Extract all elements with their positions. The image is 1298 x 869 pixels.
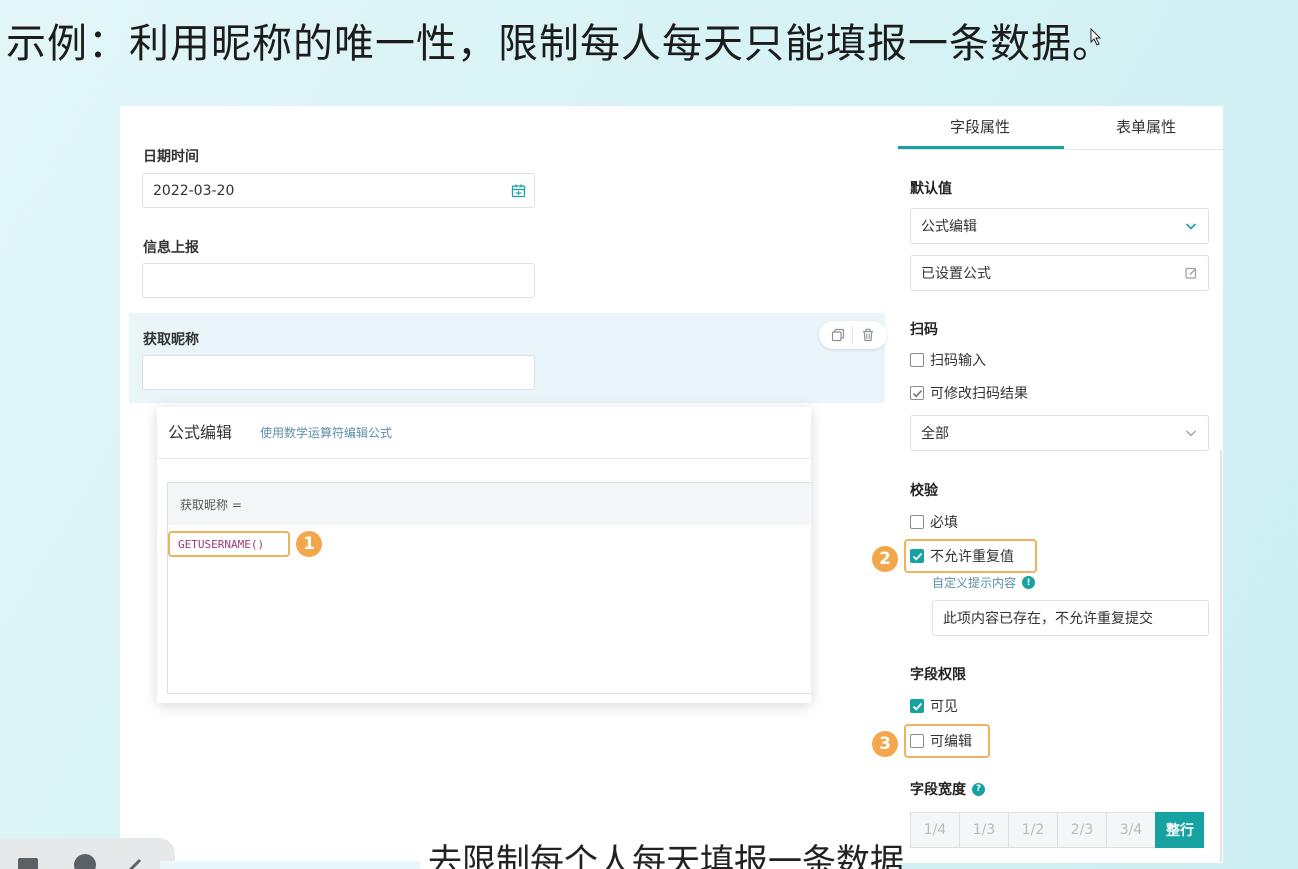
help-icon[interactable]: ? [972,782,985,796]
visible-label: 可见 [930,699,958,715]
checkbox-unchecked[interactable] [910,353,924,367]
formula-editor-popup: 公式编辑 使用数学运算符编辑公式 获取昵称 = GETUSERNAME() 1 [157,407,811,703]
scan-title: 扫码 [910,322,938,338]
custom-tip-label: 自定义提示内容 [932,576,1017,590]
chevron-down-icon [1185,223,1197,230]
pen-icon[interactable] [122,856,148,869]
width-option-full[interactable]: 整行 [1155,812,1204,848]
checkbox-unchecked[interactable] [910,515,924,529]
custom-tip-row: 自定义提示内容 ! [932,574,1036,591]
visible-checkbox[interactable]: 可见 [910,695,958,717]
formula-status-value: 已设置公式 [921,266,991,282]
custom-tip-value: 此项内容已存在，不允许重复提交 [943,611,1153,627]
delete-button[interactable] [856,323,880,347]
properties-panel: 字段属性 表单属性 默认值 公式编辑 已设置公式 扫码 扫码输入 可修改扫码结果… [898,106,1223,863]
checkbox-checked-teal[interactable] [910,699,924,713]
info-icon[interactable]: ! [1022,576,1036,589]
step-badge-2: 2 [872,546,898,572]
panel-scrollbar[interactable] [1220,450,1222,862]
required-checkbox[interactable]: 必填 [910,511,958,533]
checkbox-checked-teal[interactable] [910,549,924,563]
video-subtitle: 去限制每个人每天填报一条数据 [428,842,904,869]
no-duplicates-checkbox[interactable]: 不允许重复值 [910,545,1014,567]
no-duplicates-label: 不允许重复值 [930,549,1014,565]
scan-input-checkbox[interactable]: 扫码输入 [910,349,986,371]
editable-checkbox[interactable]: 可编辑 [910,730,972,752]
record-icon[interactable] [72,852,98,869]
nickname-field-input[interactable] [142,355,535,390]
toolbar-divider [852,326,854,344]
date-field-input[interactable]: 2022-03-20 [142,173,535,208]
nickname-field-label: 获取昵称 [143,332,199,348]
active-tab-indicator [898,146,1064,149]
trash-icon [862,328,873,342]
scan-input-label: 扫码输入 [930,353,986,369]
width-title-row: 字段宽度 ? [910,779,985,799]
formula-lhs: 获取昵称 = [168,483,811,525]
date-field-label: 日期时间 [143,149,199,165]
formula-editor-header: 公式编辑 使用数学运算符编辑公式 [157,407,811,459]
progress-track [160,861,420,869]
chevron-down-icon [1186,430,1196,437]
formula-input-area[interactable]: 获取昵称 = GETUSERNAME() 1 [167,482,811,694]
step-badge-3: 3 [872,731,898,757]
info-field-label: 信息上报 [143,240,199,256]
properties-tabs: 字段属性 表单属性 [898,106,1223,150]
permission-title: 字段权限 [910,667,966,683]
calendar-icon[interactable] [511,183,526,198]
check-icon [912,552,922,561]
scan-scope-value: 全部 [921,426,949,442]
width-title: 字段宽度 [910,782,966,798]
copy-button[interactable] [826,323,850,347]
check-icon [912,702,922,711]
player-controls-bubble[interactable] [0,838,175,869]
tab-field-properties[interactable]: 字段属性 [950,116,1010,137]
width-option-3-4[interactable]: 3/4 [1106,812,1155,848]
formula-code[interactable]: GETUSERNAME() [168,531,290,557]
default-value-mode-select[interactable]: 公式编辑 [910,208,1209,244]
formula-status-field[interactable]: 已设置公式 [910,255,1209,291]
default-value-mode-value: 公式编辑 [921,219,977,235]
copy-icon [832,328,845,342]
check-icon [912,389,922,397]
editable-label: 可编辑 [930,734,972,750]
formula-editor-title: 公式编辑 [168,423,233,442]
video-headline: 示例：利用昵称的唯一性，限制每人每天只能填报一条数据。 [6,21,1113,67]
menu-icon[interactable] [16,856,40,869]
width-option-2-3[interactable]: 2/3 [1057,812,1106,848]
scan-scope-select[interactable]: 全部 [910,415,1209,451]
date-field-value: 2022-03-20 [153,182,235,199]
validation-title: 校验 [910,483,938,499]
custom-tip-input[interactable]: 此项内容已存在，不允许重复提交 [932,600,1209,636]
edit-icon[interactable] [1184,266,1198,280]
required-label: 必填 [930,515,958,531]
checkbox-checked-gray[interactable] [910,386,924,400]
mouse-cursor-icon [1090,28,1102,46]
selected-nickname-field[interactable]: 获取昵称 [129,313,887,403]
field-toolbar [819,321,887,349]
editable-scan-result-checkbox[interactable]: 可修改扫码结果 [910,382,1028,404]
tab-form-properties[interactable]: 表单属性 [1116,116,1176,137]
editable-scan-result-label: 可修改扫码结果 [930,386,1028,402]
step-badge-1: 1 [296,531,322,557]
default-value-title: 默认值 [910,181,952,197]
checkbox-unchecked[interactable] [910,734,924,748]
info-field-input[interactable] [142,263,535,298]
formula-editor-hint: 使用数学运算符编辑公式 [260,426,393,440]
